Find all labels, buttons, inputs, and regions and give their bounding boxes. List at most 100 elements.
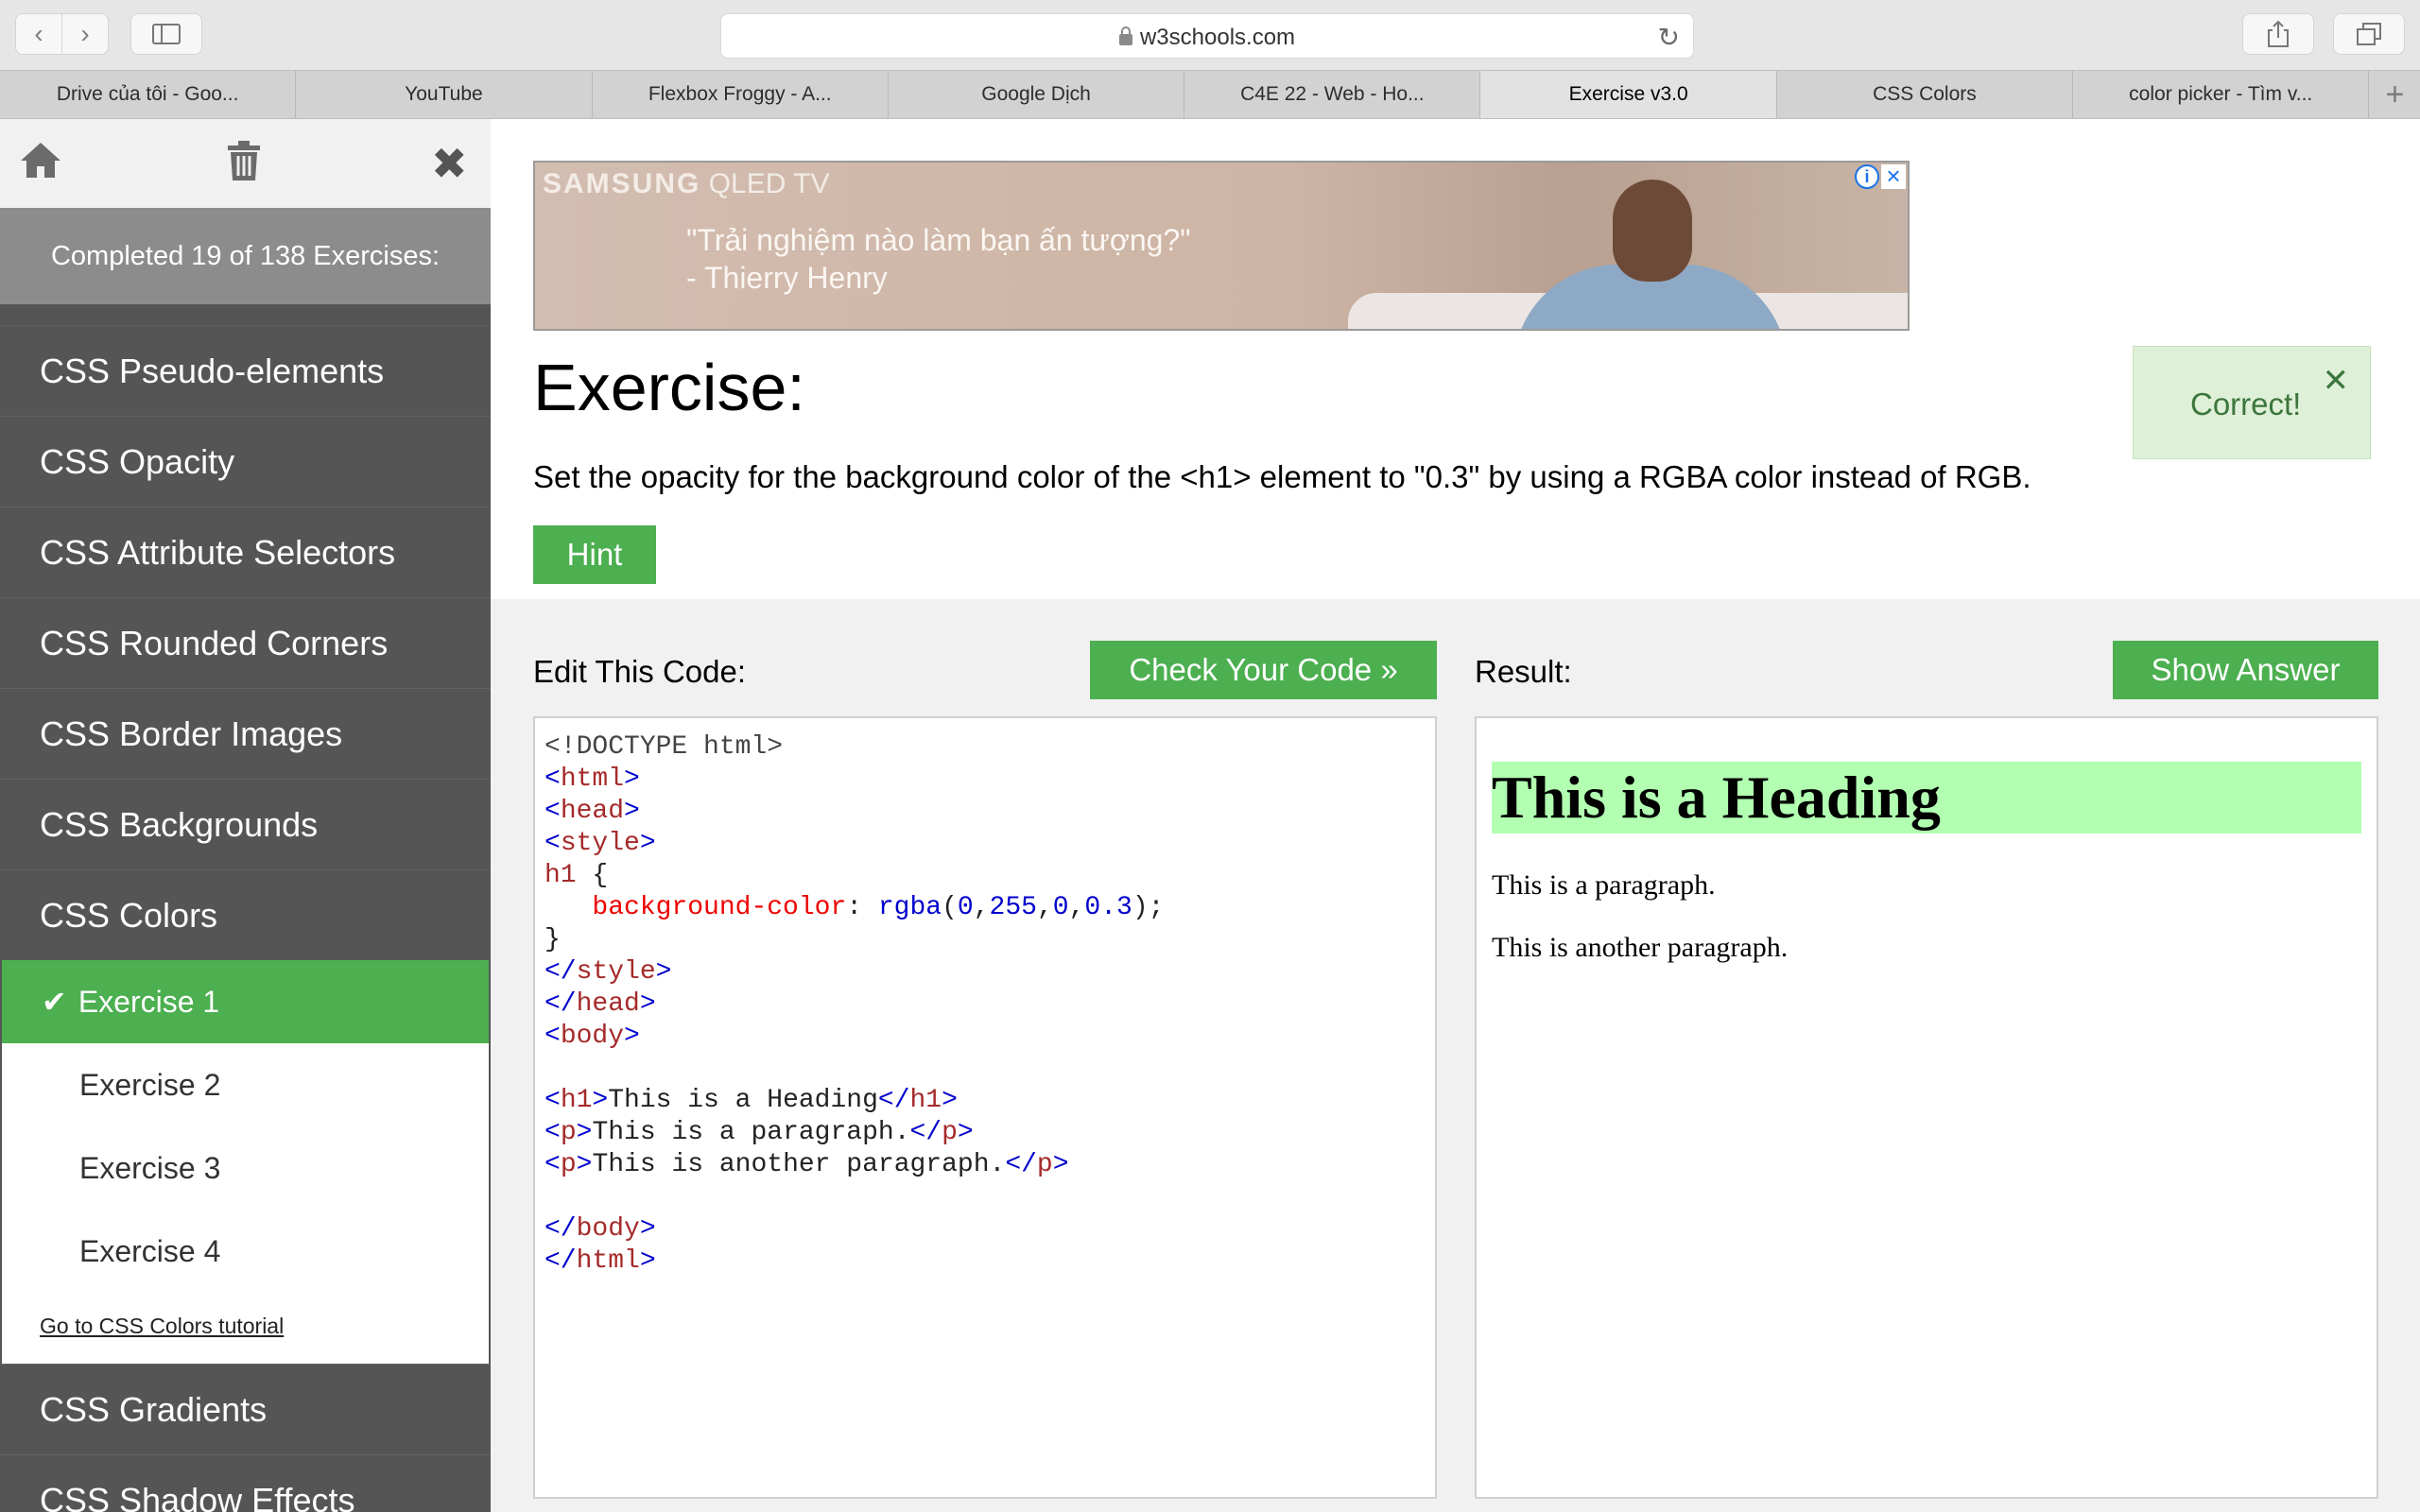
code-token: h1 xyxy=(560,1086,593,1115)
code-token: > xyxy=(576,1118,593,1147)
code-token: > xyxy=(639,1246,656,1276)
exercise-menu: ✖ Completed 19 of 138 Exercises: CSS Pse… xyxy=(0,119,491,1512)
code-token: > xyxy=(639,989,656,1019)
home-icon[interactable] xyxy=(19,140,62,190)
section-item[interactable]: CSS Border Images xyxy=(0,688,491,779)
check-code-button[interactable]: Check Your Code » xyxy=(1090,641,1437,699)
exercise-item-active[interactable]: ✔ Exercise 1 xyxy=(2,960,489,1043)
code-token: ); xyxy=(1132,893,1165,922)
share-button[interactable] xyxy=(2242,13,2314,55)
code-line: </head> xyxy=(544,988,1426,1021)
code-token: p xyxy=(1036,1150,1053,1179)
section-item[interactable]: CSS Pseudo-elements xyxy=(0,325,491,416)
code-token: < xyxy=(544,1086,561,1115)
chevron-right-icon: › xyxy=(80,19,90,48)
browser-tab[interactable]: Google Dịch xyxy=(889,71,1185,118)
result-paragraph: This is another paragraph. xyxy=(1492,932,1789,963)
code-token: rgba xyxy=(877,893,942,922)
hint-button[interactable]: Hint xyxy=(533,525,656,584)
code-token: This is a paragraph. xyxy=(592,1118,910,1147)
code-editor[interactable]: <!DOCTYPE html> <html> <head> <style> h1 { b… xyxy=(533,716,1437,1499)
ad-close-icon[interactable]: × xyxy=(1881,163,1906,189)
code-token: h1 xyxy=(544,861,577,890)
address-url: w3schools.com xyxy=(1139,25,1296,50)
code-token: This is another paragraph. xyxy=(592,1150,1006,1179)
code-token: body xyxy=(560,1022,625,1051)
forward-button[interactable]: › xyxy=(61,13,109,55)
code-token: < xyxy=(544,1118,561,1147)
code-token: > xyxy=(957,1118,974,1147)
code-line: <head> xyxy=(544,796,1426,828)
browser-tab[interactable]: Flexbox Froggy - A... xyxy=(593,71,889,118)
trash-icon[interactable] xyxy=(227,140,261,192)
code-token: < xyxy=(544,1150,561,1179)
code-token: > xyxy=(576,1150,593,1179)
code-token: head xyxy=(560,797,625,826)
code-token: style xyxy=(576,957,656,987)
browser-tab[interactable]: YouTube xyxy=(296,71,593,118)
code-token: style xyxy=(560,829,640,858)
browser-toolbar: ‹ › w3schools.com ↻ xyxy=(0,0,2420,70)
code-token: 255 xyxy=(989,893,1037,922)
exercise-item[interactable]: Exercise 2 xyxy=(2,1043,489,1126)
browser-tab[interactable]: Drive của tôi - Goo... xyxy=(0,71,297,118)
code-line: <p>This is a paragraph.</p> xyxy=(544,1117,1426,1149)
ad-brand-bold: SAMSUNG xyxy=(543,168,701,199)
ad-brand-rest: QLED TV xyxy=(700,168,830,199)
ad-quote-author: - Thierry Henry xyxy=(686,261,888,295)
advertisement-banner[interactable]: SAMSUNG QLED TV "Trải nghiệm nào làm bạn… xyxy=(533,161,1910,331)
code-token: < xyxy=(544,765,561,794)
checkmark-icon: ✔ xyxy=(42,985,67,1019)
tabs-overview-button[interactable] xyxy=(2333,13,2405,55)
back-button[interactable]: ‹ xyxy=(15,13,62,55)
sidebar-toggle-button[interactable] xyxy=(130,13,202,55)
code-token: head xyxy=(576,989,640,1019)
ad-info-icon[interactable]: i xyxy=(1855,164,1879,189)
progress-text: Completed 19 of 138 Exercises: xyxy=(0,208,491,304)
section-item[interactable]: CSS Backgrounds xyxy=(0,779,491,869)
share-icon xyxy=(2268,20,2289,47)
section-item[interactable]: CSS Shadow Effects xyxy=(0,1454,491,1512)
code-token: </ xyxy=(544,957,577,987)
code-token: { xyxy=(576,861,609,890)
correct-notification: Correct! ✕ xyxy=(2133,346,2371,459)
result-paragraph: This is a paragraph. xyxy=(1492,869,1716,901)
close-icon[interactable]: ✕ xyxy=(2323,362,2350,400)
page-title: Exercise: xyxy=(533,351,805,424)
tutorial-link[interactable]: Go to CSS Colors tutorial xyxy=(2,1293,489,1339)
lock-icon xyxy=(1118,26,1132,45)
browser-tab[interactable]: color picker - Tìm v... xyxy=(2073,71,2370,118)
exercise-item[interactable]: Exercise 3 xyxy=(2,1126,489,1210)
section-item[interactable]: CSS Gradients xyxy=(0,1364,491,1454)
exercise-item[interactable]: Exercise 4 xyxy=(2,1210,489,1293)
reload-icon[interactable]: ↻ xyxy=(1658,22,1680,53)
code-line: h1 { xyxy=(544,860,1426,892)
new-tab-button[interactable]: + xyxy=(2369,71,2420,118)
result-label: Result: xyxy=(1475,654,1572,689)
browser-tab-active[interactable]: Exercise v3.0 xyxy=(1480,71,1777,118)
code-line: <html> xyxy=(544,764,1426,796)
tabs-overview-icon xyxy=(2357,23,2381,45)
browser-tab[interactable]: CSS Colors xyxy=(1777,71,2074,118)
address-bar[interactable]: w3schools.com ↻ xyxy=(720,13,1694,59)
code-token: > xyxy=(624,797,640,826)
code-token: : xyxy=(846,893,878,922)
section-item-current[interactable]: CSS Colors xyxy=(0,869,491,960)
show-answer-button[interactable]: Show Answer xyxy=(2113,641,2378,699)
code-token: < xyxy=(544,1022,561,1051)
code-token: ( xyxy=(942,893,958,922)
code-token: > xyxy=(655,957,672,987)
section-item[interactable]: CSS Rounded Corners xyxy=(0,597,491,688)
code-line: background-color: rgba(0,255,0,0.3); xyxy=(544,892,1426,924)
ad-image-person-head xyxy=(1613,180,1692,282)
section-item[interactable]: CSS Opacity xyxy=(0,416,491,507)
browser-tab[interactable]: C4E 22 - Web - Ho... xyxy=(1184,71,1481,118)
code-token: h1 xyxy=(909,1086,942,1115)
ad-quote: "Trải nghiệm nào làm bạn ấn tượng?" - Th… xyxy=(686,221,1191,297)
close-icon[interactable]: ✖ xyxy=(431,140,468,187)
section-item[interactable]: CSS Attribute Selectors xyxy=(0,507,491,597)
code-token: </ xyxy=(544,1214,577,1244)
